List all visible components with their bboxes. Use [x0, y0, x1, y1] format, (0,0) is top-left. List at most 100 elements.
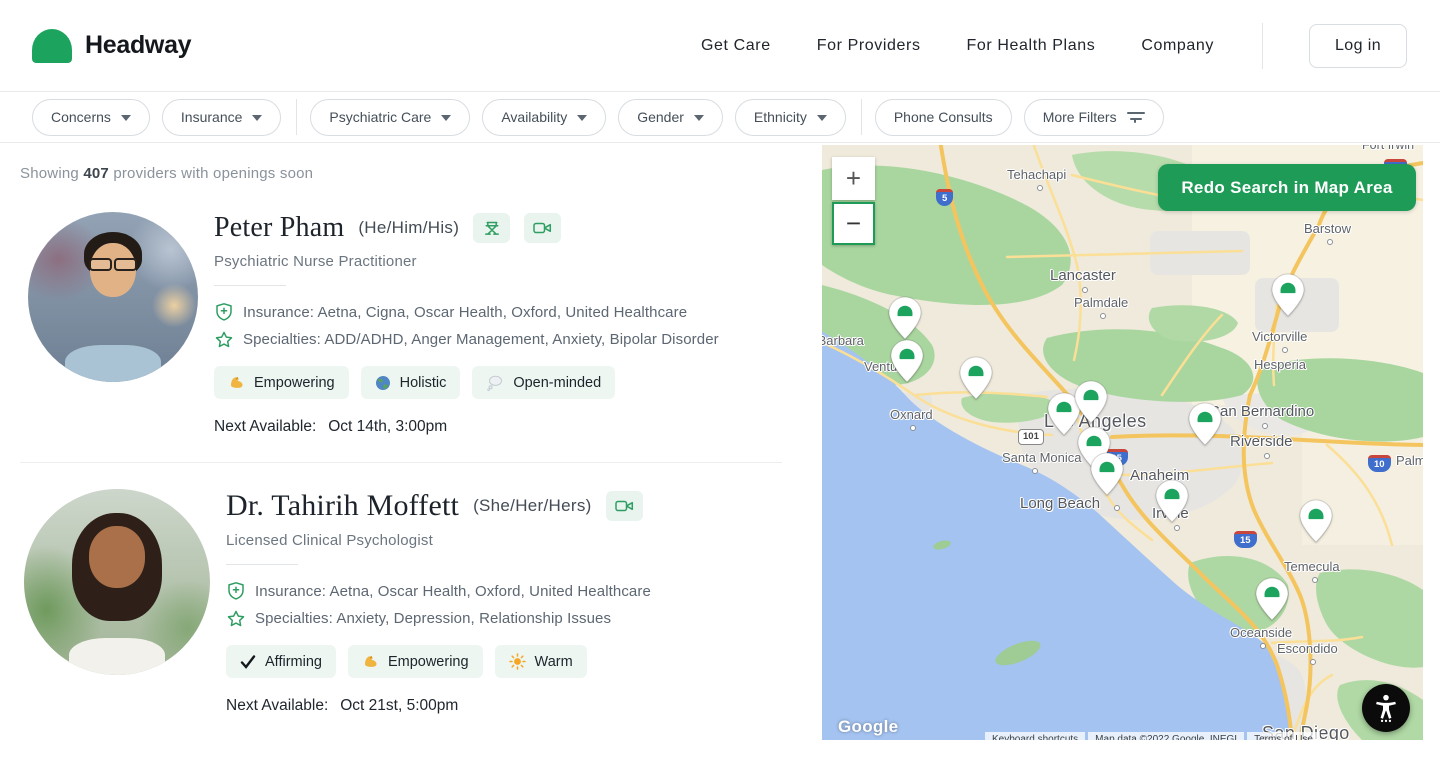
interstate-10-shield: 10 [1368, 455, 1391, 472]
badge-label: Empowering [388, 654, 469, 670]
brand-name: Headway [85, 31, 191, 60]
provider-card-peter-pham[interactable]: Peter Pham (He/Him/His) Psychiatric Nurs… [20, 212, 802, 436]
muscle-icon [362, 653, 379, 670]
filter-concerns[interactable]: Concerns [32, 99, 150, 136]
specialties-row: Specialties: ADD/ADHD, Anger Management,… [214, 326, 719, 353]
specialties-label: Specialties: [255, 610, 333, 627]
nav-link-company[interactable]: Company [1141, 37, 1214, 55]
map-pin[interactable] [1090, 452, 1124, 496]
chair-icon [482, 218, 502, 238]
map-pin[interactable] [1188, 402, 1222, 446]
badge-label: Affirming [265, 654, 322, 670]
nav-link-for-providers[interactable]: For Providers [817, 37, 921, 55]
provider-pronouns: (She/Her/Hers) [473, 496, 592, 516]
terms-link[interactable]: Terms of Use [1247, 732, 1320, 740]
map-label-santa-monica: Santa Monica [1002, 450, 1082, 465]
map-pin[interactable] [1271, 273, 1305, 317]
sliders-icon [1127, 110, 1145, 124]
chevron-down-icon [694, 115, 704, 121]
headway-logo[interactable]: Headway [32, 29, 191, 63]
filter-insurance[interactable]: Insurance [162, 99, 281, 136]
badge-warm: Warm [495, 645, 587, 678]
google-map[interactable]: Fort Irwin Tehachapi Barstow Lancaster P… [822, 145, 1423, 740]
map-label-long-beach: Long Beach [1020, 495, 1100, 512]
muscle-icon [228, 374, 245, 391]
map-label-santa-barbara: Santa Barbara [822, 333, 864, 348]
filter-psychiatric-care[interactable]: Psychiatric Care [310, 99, 470, 136]
video-camera-icon [614, 497, 635, 515]
provider-title: Psychiatric Nurse Practitioner [214, 253, 719, 270]
filter-availability[interactable]: Availability [482, 99, 606, 136]
filter-phone-consults[interactable]: Phone Consults [875, 99, 1012, 136]
insurance-list: Aetna, Cigna, Oscar Health, Oxford, Unit… [318, 304, 688, 321]
us-101-shield: 101 [1018, 429, 1044, 445]
star-icon [214, 330, 234, 350]
filter-label: Phone Consults [894, 109, 993, 125]
filter-gender[interactable]: Gender [618, 99, 723, 136]
sun-icon [509, 653, 526, 670]
filter-divider [861, 99, 862, 135]
next-available-row: Next Available:Oct 21st, 5:00pm [226, 697, 651, 715]
provider-name[interactable]: Dr. Tahirih Moffett [226, 489, 459, 523]
results-summary: Showing 407 providers with openings soon [20, 165, 802, 182]
zoom-out-button[interactable]: − [832, 202, 875, 245]
map-pin[interactable] [1155, 479, 1189, 523]
filter-label: More Filters [1043, 109, 1117, 125]
chevron-down-icon [441, 115, 451, 121]
map-pin[interactable] [959, 356, 993, 400]
filter-more-filters[interactable]: More Filters [1024, 99, 1164, 136]
insurance-row: Insurance: Aetna, Oscar Health, Oxford, … [226, 578, 651, 605]
provider-card-tahirih-moffett[interactable]: Dr. Tahirih Moffett (She/Her/Hers) Licen… [20, 463, 802, 715]
google-logo[interactable]: Google [838, 717, 898, 737]
video-session-chip [606, 491, 643, 521]
map-pin[interactable] [1299, 499, 1333, 543]
nav-links: Get Care For Providers For Health Plans … [701, 23, 1407, 69]
badge-empowering: Empowering [348, 645, 483, 678]
glasses [89, 258, 137, 272]
map-label-oceanside: Oceanside [1230, 625, 1292, 640]
filter-label: Insurance [181, 109, 242, 125]
map-label-lancaster: Lancaster [1050, 267, 1116, 284]
map-pin[interactable] [888, 296, 922, 340]
results-suffix: providers with openings soon [109, 165, 313, 182]
badge-holistic: Holistic [361, 366, 461, 399]
filter-label: Concerns [51, 109, 111, 125]
provider-pronouns: (He/Him/His) [358, 218, 459, 238]
map-pin[interactable] [890, 339, 924, 383]
results-prefix: Showing [20, 165, 83, 182]
login-button[interactable]: Log in [1309, 24, 1407, 68]
insurance-label: Insurance: [243, 304, 314, 321]
interstate-15-shield: 15 [1234, 531, 1257, 548]
map-label-hesperia: Hesperia [1254, 357, 1306, 372]
map-label-temecula: Temecula [1284, 559, 1340, 574]
zoom-in-button[interactable]: + [832, 157, 875, 200]
accessibility-widget-button[interactable] [1362, 684, 1410, 732]
badge-label: Holistic [400, 375, 447, 391]
map-label-escondido: Escondido [1277, 641, 1338, 656]
badge-label: Empowering [254, 375, 335, 391]
next-available-row: Next Available:Oct 14th, 3:00pm [214, 418, 719, 436]
map-label-palm-springs: Palm Springs [1396, 453, 1423, 468]
badge-empowering: Empowering [214, 366, 349, 399]
map-data-text: Map data ©2022 Google, INEGI [1088, 732, 1244, 740]
nav-link-get-care[interactable]: Get Care [701, 37, 771, 55]
globe-icon [375, 375, 391, 391]
map-label-tehachapi: Tehachapi [1007, 167, 1066, 182]
next-available-label: Next Available: [214, 418, 316, 435]
next-available-label: Next Available: [226, 697, 328, 714]
map-label-fort-irwin: Fort Irwin [1362, 145, 1414, 152]
divider [214, 285, 286, 286]
keyboard-shortcuts-link[interactable]: Keyboard shortcuts [985, 732, 1085, 740]
provider-name[interactable]: Peter Pham [214, 212, 344, 244]
badge-open-minded: Open-minded [472, 366, 615, 399]
map-pin[interactable] [1074, 380, 1108, 424]
nav-link-for-health-plans[interactable]: For Health Plans [967, 37, 1096, 55]
redo-search-button[interactable]: Redo Search in Map Area [1158, 164, 1416, 211]
nav-divider [1262, 23, 1263, 69]
provider-avatar [28, 212, 198, 382]
map-zoom-controls: + − [832, 157, 875, 245]
provider-avatar [24, 489, 210, 675]
map-pin[interactable] [1255, 577, 1289, 621]
filter-ethnicity[interactable]: Ethnicity [735, 99, 846, 136]
badge-label: Open-minded [513, 375, 601, 391]
